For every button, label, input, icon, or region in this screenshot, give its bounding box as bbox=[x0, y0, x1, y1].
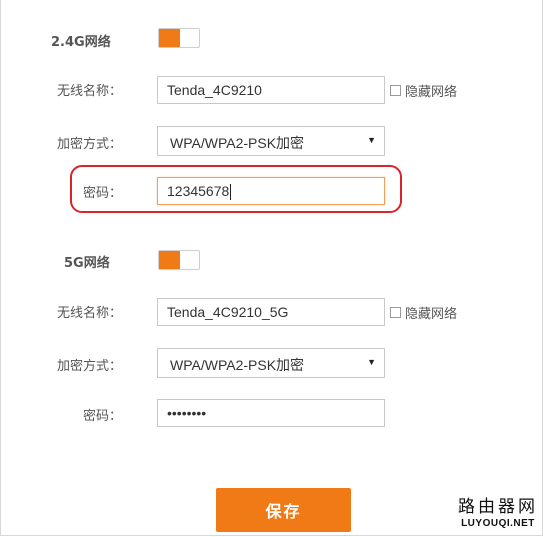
text-caret bbox=[230, 184, 232, 201]
section-title-24g: 2.4G网络 bbox=[51, 35, 111, 50]
encryption-select-24g-value: WPA/WPA2-PSK加密 bbox=[170, 135, 305, 151]
ssid-label-24g: 无线名称： bbox=[56, 84, 122, 99]
watermark-en: LUYOUQI.NET bbox=[461, 518, 535, 529]
chevron-down-icon: ▼ bbox=[367, 357, 376, 367]
hide-network-24g-checkbox[interactable] bbox=[390, 85, 401, 96]
hide-network-24g-label: 隐藏网络 bbox=[405, 85, 458, 100]
toggle-24g[interactable] bbox=[158, 28, 200, 48]
save-button[interactable]: 保存 bbox=[216, 488, 351, 532]
toggle-24g-on-indicator bbox=[159, 29, 180, 47]
ssid-input-5g[interactable] bbox=[157, 298, 385, 326]
password-input-5g-value: •••••••• bbox=[167, 405, 207, 421]
hide-network-5g-checkbox[interactable] bbox=[390, 307, 401, 318]
encryption-label-5g: 加密方式： bbox=[56, 359, 122, 374]
password-label-24g: 密码： bbox=[82, 186, 122, 201]
password-input-5g[interactable]: •••••••• bbox=[157, 399, 385, 427]
watermark-logo: 路由器网 LUYOUQI.NET bbox=[458, 492, 538, 529]
chevron-down-icon: ▼ bbox=[367, 135, 376, 145]
hide-network-5g-label: 隐藏网络 bbox=[405, 307, 458, 322]
toggle-5g[interactable] bbox=[158, 250, 200, 270]
ssid-input-24g[interactable] bbox=[157, 76, 385, 104]
ssid-label-5g: 无线名称： bbox=[56, 306, 122, 321]
encryption-select-5g[interactable]: WPA/WPA2-PSK加密 ▼ bbox=[157, 348, 385, 378]
encryption-select-24g[interactable]: WPA/WPA2-PSK加密 ▼ bbox=[157, 126, 385, 156]
password-input-24g-value: 12345678 bbox=[167, 183, 230, 199]
watermark-cn: 路由器网 bbox=[458, 497, 538, 517]
encryption-select-5g-value: WPA/WPA2-PSK加密 bbox=[170, 357, 305, 373]
section-title-5g: 5G网络 bbox=[64, 256, 110, 271]
hide-network-5g[interactable]: 隐藏网络 bbox=[390, 303, 457, 322]
encryption-label-24g: 加密方式： bbox=[56, 137, 122, 152]
hide-network-24g[interactable]: 隐藏网络 bbox=[390, 81, 457, 100]
toggle-5g-on-indicator bbox=[159, 251, 180, 269]
password-input-24g[interactable]: 12345678 bbox=[157, 177, 385, 205]
password-label-5g: 密码： bbox=[82, 409, 122, 424]
